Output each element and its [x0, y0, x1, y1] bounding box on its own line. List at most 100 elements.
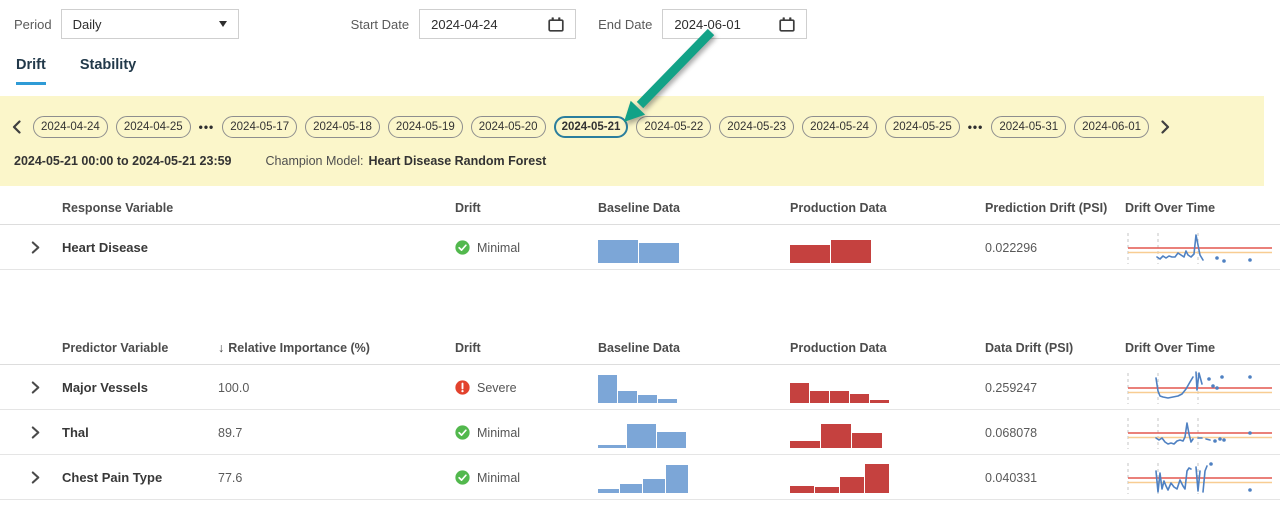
check-circle-icon: [455, 470, 470, 485]
drift-status: Severe: [455, 380, 598, 395]
date-pill[interactable]: 2024-05-24: [802, 116, 877, 138]
column-header-predictor-variable: Predictor Variable: [62, 341, 218, 355]
row-expander[interactable]: [0, 426, 62, 439]
selected-period-band: 2024-04-24 2024-04-25 ••• 2024-05-17 2024-05…: [0, 96, 1264, 186]
production-histogram: [790, 410, 985, 455]
psi-value: 0.040331: [985, 471, 1125, 485]
row-expander[interactable]: [0, 471, 62, 484]
production-histogram: [790, 455, 985, 500]
date-pill[interactable]: 2024-05-18: [305, 116, 380, 138]
response-table-header: Response Variable Drift Baseline Data Pr…: [0, 191, 1280, 225]
row-expander[interactable]: [0, 241, 62, 254]
baseline-histogram: [598, 455, 790, 500]
check-circle-icon: [455, 425, 470, 440]
column-header-relative-importance[interactable]: ↓Relative Importance (%): [218, 341, 455, 355]
date-strip-items: 2024-04-24 2024-04-25 ••• 2024-05-17 2024-05…: [33, 116, 1149, 138]
column-header-drift-over-time: Drift Over Time: [1125, 201, 1280, 215]
calendar-icon[interactable]: [548, 17, 564, 32]
period-value: Daily: [73, 17, 102, 32]
variable-name: Chest Pain Type: [62, 470, 218, 485]
baseline-histogram: [598, 410, 790, 455]
tab-drift[interactable]: Drift: [16, 57, 46, 85]
date-strip-prev-button[interactable]: [8, 120, 25, 134]
column-header-response-variable: Response Variable: [62, 201, 455, 215]
drift-status: Minimal: [455, 470, 598, 485]
end-date-label: End Date: [598, 17, 652, 32]
end-date-input[interactable]: 2024-06-01: [662, 9, 807, 39]
column-header-drift: Drift: [455, 341, 598, 355]
calendar-icon[interactable]: [779, 17, 795, 32]
check-circle-icon: [455, 240, 470, 255]
expand-chevron-icon: [31, 381, 40, 394]
baseline-histogram: [598, 225, 790, 270]
date-pill[interactable]: 2024-05-25: [885, 116, 960, 138]
champion-model-label: Champion Model:: [266, 154, 364, 168]
date-strip-ellipsis: •••: [968, 120, 984, 134]
alert-circle-icon: [455, 380, 470, 395]
start-date-value: 2024-04-24: [431, 17, 498, 32]
filter-bar: Period Daily Start Date 2024-04-24 End D…: [0, 0, 1280, 40]
date-pill[interactable]: 2024-06-01: [1074, 116, 1149, 138]
column-header-baseline-data: Baseline Data: [598, 341, 790, 355]
date-strip-ellipsis: •••: [199, 120, 215, 134]
production-histogram: [790, 365, 985, 410]
date-pill[interactable]: 2024-05-23: [719, 116, 794, 138]
baseline-histogram: [598, 365, 790, 410]
table-row: Chest Pain Type77.6 Minimal 0.040331: [0, 455, 1280, 500]
date-pill-selected[interactable]: 2024-05-21: [554, 116, 629, 138]
date-pill[interactable]: 2024-05-17: [222, 116, 297, 138]
tab-stability[interactable]: Stability: [80, 57, 136, 85]
period-label: Period: [14, 17, 52, 32]
start-date-label: Start Date: [351, 17, 410, 32]
table-row: Thal89.7 Minimal 0.068078: [0, 410, 1280, 455]
date-strip: 2024-04-24 2024-04-25 ••• 2024-05-17 2024-05…: [8, 116, 1264, 138]
variable-name: Thal: [62, 425, 218, 440]
tab-bar: Drift Stability: [0, 57, 1280, 85]
chevron-left-icon: [12, 120, 21, 134]
response-variable-table: Response Variable Drift Baseline Data Pr…: [0, 191, 1280, 270]
date-pill[interactable]: 2024-04-25: [116, 116, 191, 138]
column-header-baseline-data: Baseline Data: [598, 201, 790, 215]
drift-status-label: Minimal: [477, 426, 520, 440]
expand-chevron-icon: [31, 426, 40, 439]
date-pill[interactable]: 2024-04-24: [33, 116, 108, 138]
chevron-down-icon: [219, 21, 227, 27]
period-dropdown[interactable]: Daily: [61, 9, 239, 39]
importance-value: 100.0: [218, 381, 455, 395]
date-pill[interactable]: 2024-05-19: [388, 116, 463, 138]
start-date-input[interactable]: 2024-04-24: [419, 9, 576, 39]
column-header-drift-over-time: Drift Over Time: [1125, 341, 1280, 355]
expand-chevron-icon: [31, 241, 40, 254]
column-header-drift: Drift: [455, 201, 598, 215]
predictor-table-header: Predictor Variable ↓Relative Importance …: [0, 331, 1280, 365]
expand-chevron-icon: [31, 471, 40, 484]
date-pill[interactable]: 2024-05-20: [471, 116, 546, 138]
drift-status-label: Minimal: [477, 471, 520, 485]
row-expander[interactable]: [0, 381, 62, 394]
drift-sparkline: [1125, 459, 1280, 497]
table-row: Heart DiseaseMinimal0.022296: [0, 225, 1280, 270]
date-pill[interactable]: 2024-05-31: [991, 116, 1066, 138]
table-row: Major Vessels100.0 Severe 0.259247: [0, 365, 1280, 410]
production-histogram: [790, 225, 985, 270]
psi-value: 0.259247: [985, 381, 1125, 395]
variable-name: Major Vessels: [62, 380, 218, 395]
date-pill[interactable]: 2024-05-22: [636, 116, 711, 138]
psi-value: 0.068078: [985, 426, 1125, 440]
sort-descending-icon: ↓: [218, 341, 224, 355]
drift-status-label: Minimal: [477, 241, 520, 255]
column-header-prediction-drift: Prediction Drift (PSI): [985, 201, 1125, 215]
date-range-text: 2024-05-21 00:00 to 2024-05-21 23:59: [14, 154, 232, 168]
drift-sparkline: [1125, 414, 1280, 452]
importance-value: 77.6: [218, 471, 455, 485]
column-header-data-drift: Data Drift (PSI): [985, 341, 1125, 355]
drift-sparkline: [1125, 229, 1280, 267]
drift-status: Minimal: [455, 240, 598, 255]
chevron-right-icon: [1161, 120, 1170, 134]
date-strip-next-button[interactable]: [1157, 120, 1174, 134]
importance-value: 89.7: [218, 426, 455, 440]
variable-name: Heart Disease: [62, 240, 455, 255]
end-date-value: 2024-06-01: [674, 17, 741, 32]
predictor-variable-table: Predictor Variable ↓Relative Importance …: [0, 331, 1280, 500]
drift-status-label: Severe: [477, 381, 517, 395]
